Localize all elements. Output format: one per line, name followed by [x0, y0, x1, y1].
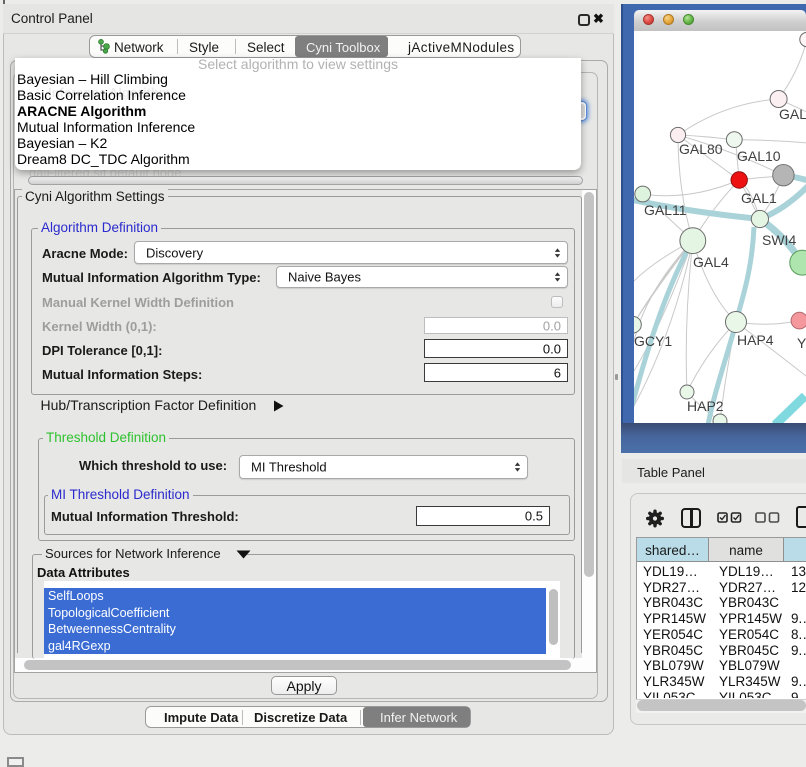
svg-text:YD: YD — [797, 335, 806, 351]
svg-text:GCY1: GCY1 — [634, 333, 672, 349]
svg-text:GAL10: GAL10 — [737, 148, 781, 164]
svg-text:SWI4: SWI4 — [762, 232, 796, 248]
svg-text:HAP4: HAP4 — [737, 332, 774, 348]
svg-text:HAP2: HAP2 — [687, 398, 724, 414]
svg-text:GAL80: GAL80 — [679, 141, 723, 157]
svg-text:GAL1: GAL1 — [741, 190, 777, 206]
svg-text:GAL7: GAL7 — [779, 106, 806, 122]
svg-text:GAL4: GAL4 — [693, 254, 729, 270]
svg-text:GAL11: GAL11 — [644, 202, 687, 218]
